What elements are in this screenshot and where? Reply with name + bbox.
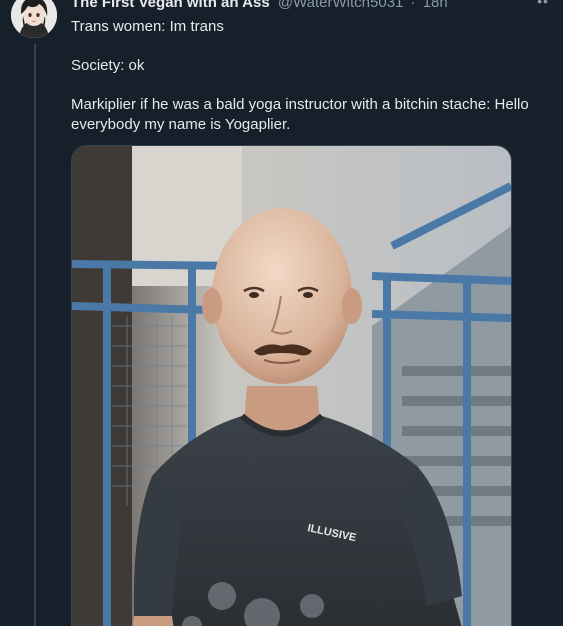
photo: ILLUSIVE — [72, 146, 511, 626]
tweet-timestamp[interactable]: 18h — [423, 0, 448, 11]
tweet-text-line: Trans women: Im trans — [71, 18, 224, 35]
tweet-text-line: Society: ok — [71, 57, 145, 74]
tweet-text-line: Markiplier if he was a bald yoga instruc… — [71, 96, 533, 133]
tweet-header: The First Vegan with an Ass @WaterWitch5… — [71, 0, 448, 14]
tweet-text: Trans women: Im trans Society: ok Markip… — [71, 17, 541, 154]
tweet: The First Vegan with an Ass @WaterWitch5… — [0, 0, 563, 626]
thread-connector-line — [34, 44, 36, 626]
anime-avatar-icon — [11, 0, 57, 38]
avatar[interactable] — [11, 0, 57, 38]
author-handle[interactable]: @WaterWitch5031 — [278, 0, 404, 11]
header-separator: · — [410, 0, 416, 11]
tweet-media-photo[interactable]: ILLUSIVE — [71, 145, 512, 626]
more-options-icon[interactable]: •• — [531, 0, 555, 16]
author-display-name[interactable]: The First Vegan with an Ass — [71, 0, 270, 11]
